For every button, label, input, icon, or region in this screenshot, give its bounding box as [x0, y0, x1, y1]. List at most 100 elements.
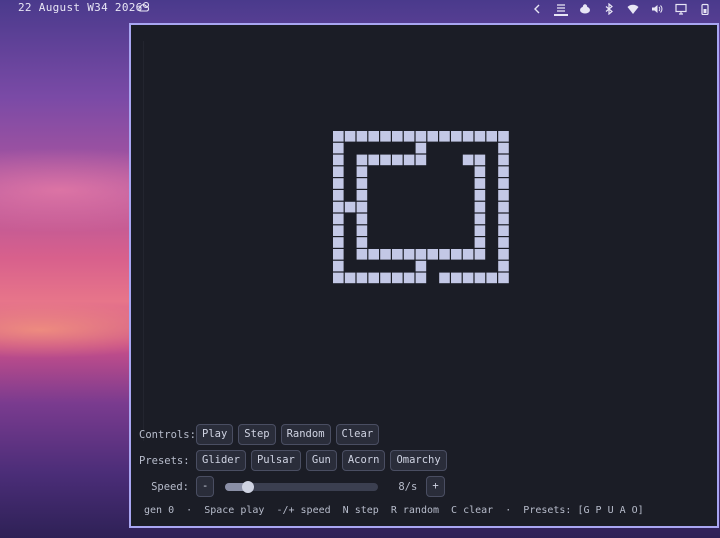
- play-button[interactable]: Play: [196, 424, 234, 445]
- speed-slider[interactable]: [225, 480, 379, 493]
- live-cell[interactable]: [356, 249, 368, 260]
- live-cell[interactable]: [333, 213, 344, 225]
- live-cell[interactable]: [403, 131, 415, 142]
- live-cell[interactable]: [333, 272, 344, 284]
- bluetooth-icon[interactable]: [602, 2, 616, 15]
- live-cell[interactable]: [380, 272, 391, 284]
- life-board[interactable]: [131, 25, 717, 405]
- live-cell[interactable]: [333, 178, 344, 189]
- live-cell[interactable]: [344, 131, 356, 142]
- live-cell[interactable]: [451, 249, 462, 260]
- live-cell[interactable]: [333, 131, 344, 142]
- live-cell[interactable]: [380, 131, 391, 142]
- live-cell[interactable]: [462, 272, 474, 284]
- live-cell[interactable]: [356, 237, 368, 248]
- live-cell[interactable]: [356, 272, 368, 284]
- live-cell[interactable]: [333, 154, 344, 166]
- live-cell[interactable]: [415, 154, 427, 166]
- live-cell[interactable]: [498, 131, 509, 142]
- live-cell[interactable]: [415, 142, 427, 154]
- live-cell[interactable]: [356, 213, 368, 225]
- live-cell[interactable]: [333, 237, 344, 248]
- live-cell[interactable]: [439, 272, 450, 284]
- live-cell[interactable]: [439, 249, 450, 260]
- live-cell[interactable]: [427, 131, 438, 142]
- live-cell[interactable]: [451, 272, 462, 284]
- live-cell[interactable]: [392, 131, 403, 142]
- live-cell[interactable]: [474, 237, 486, 248]
- live-cell[interactable]: [380, 154, 391, 166]
- live-cell[interactable]: [462, 131, 474, 142]
- random-button[interactable]: Random: [280, 424, 331, 445]
- clock[interactable]: 22 August W34 2026: [18, 1, 143, 14]
- preset-omarchy-button[interactable]: Omarchy: [390, 450, 447, 471]
- live-cell[interactable]: [498, 201, 509, 213]
- live-cell[interactable]: [333, 142, 344, 154]
- speed-increase-button[interactable]: +: [426, 476, 445, 497]
- live-cell[interactable]: [427, 249, 438, 260]
- live-cell[interactable]: [474, 272, 486, 284]
- live-cell[interactable]: [333, 166, 344, 177]
- live-cell[interactable]: [415, 131, 427, 142]
- live-cell[interactable]: [451, 131, 462, 142]
- live-cell[interactable]: [344, 201, 356, 213]
- cloud-sun-icon[interactable]: [137, 0, 151, 14]
- live-cell[interactable]: [333, 249, 344, 260]
- live-cell[interactable]: [498, 190, 509, 201]
- live-cell[interactable]: [415, 260, 427, 272]
- live-cell[interactable]: [380, 249, 391, 260]
- wifi-icon[interactable]: [626, 2, 640, 15]
- preset-acorn-button[interactable]: Acorn: [341, 450, 386, 471]
- live-cell[interactable]: [498, 142, 509, 154]
- live-cell[interactable]: [356, 225, 368, 236]
- live-cell[interactable]: [333, 190, 344, 201]
- live-cell[interactable]: [474, 178, 486, 189]
- preset-pulsar-button[interactable]: Pulsar: [250, 450, 301, 471]
- live-cell[interactable]: [498, 166, 509, 177]
- live-cell[interactable]: [474, 131, 486, 142]
- live-cell[interactable]: [498, 237, 509, 248]
- live-cell[interactable]: [498, 249, 509, 260]
- chevron-left-icon[interactable]: [530, 2, 544, 15]
- live-cell[interactable]: [474, 166, 486, 177]
- live-cell[interactable]: [356, 178, 368, 189]
- live-cell[interactable]: [368, 249, 379, 260]
- step-button[interactable]: Step: [238, 424, 276, 445]
- live-cell[interactable]: [498, 225, 509, 236]
- live-cell[interactable]: [333, 201, 344, 213]
- live-cell[interactable]: [474, 225, 486, 236]
- live-cell[interactable]: [462, 154, 474, 166]
- live-cell[interactable]: [415, 272, 427, 284]
- speed-decrease-button[interactable]: -: [196, 476, 215, 497]
- live-cell[interactable]: [415, 249, 427, 260]
- clear-button[interactable]: Clear: [335, 424, 380, 445]
- live-cell[interactable]: [486, 272, 497, 284]
- live-cell[interactable]: [344, 272, 356, 284]
- live-cell[interactable]: [474, 190, 486, 201]
- live-cell[interactable]: [498, 272, 509, 284]
- live-cell[interactable]: [333, 225, 344, 236]
- volume-icon[interactable]: [650, 2, 664, 15]
- live-cell[interactable]: [333, 260, 344, 272]
- live-cell[interactable]: [498, 178, 509, 189]
- live-cell[interactable]: [498, 154, 509, 166]
- live-cell[interactable]: [474, 213, 486, 225]
- live-cell[interactable]: [392, 272, 403, 284]
- live-cell[interactable]: [498, 213, 509, 225]
- blob-icon[interactable]: [578, 2, 592, 15]
- battery-icon[interactable]: [698, 2, 712, 15]
- live-cell[interactable]: [356, 190, 368, 201]
- live-cell[interactable]: [486, 131, 497, 142]
- speed-slider-knob[interactable]: [242, 480, 255, 493]
- live-cell[interactable]: [403, 272, 415, 284]
- live-cell[interactable]: [356, 131, 368, 142]
- live-cell[interactable]: [368, 154, 379, 166]
- live-cell[interactable]: [368, 272, 379, 284]
- live-cell[interactable]: [498, 260, 509, 272]
- live-cell[interactable]: [392, 249, 403, 260]
- live-cell[interactable]: [356, 154, 368, 166]
- live-cell[interactable]: [474, 154, 486, 166]
- live-cell[interactable]: [403, 154, 415, 166]
- live-cell[interactable]: [368, 131, 379, 142]
- live-cell[interactable]: [439, 131, 450, 142]
